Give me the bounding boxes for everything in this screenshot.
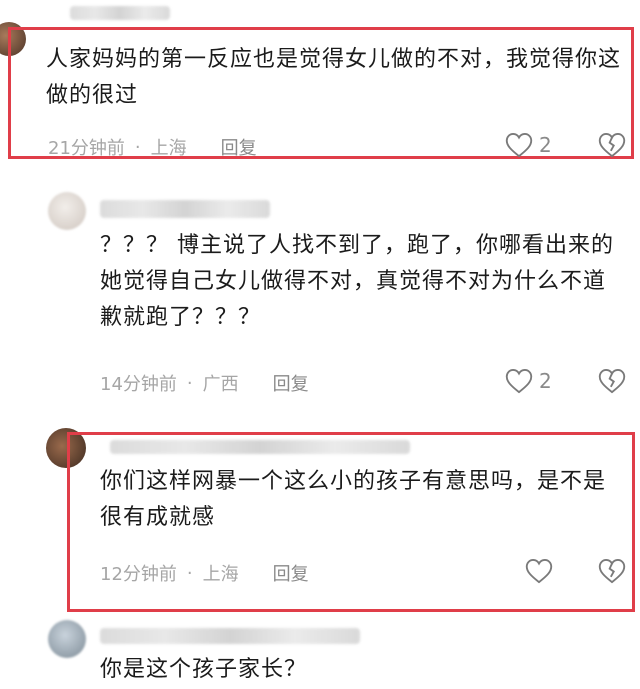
comment-location: 广西 (202, 374, 239, 395)
broken-heart-icon (598, 132, 626, 158)
like-button[interactable] (525, 558, 559, 584)
comment-time: 14分钟前 (100, 374, 177, 395)
broken-heart-icon (598, 368, 626, 394)
like-button[interactable]: 2 (505, 132, 552, 158)
comment-text: 你是这个孩子家长？ (100, 657, 308, 682)
commenter-name-blurred (110, 440, 410, 454)
commenter-name-blurred (70, 6, 170, 20)
meta-separator: · (134, 136, 141, 158)
comment-location: 上海 (150, 138, 187, 159)
dislike-button[interactable] (598, 132, 626, 162)
comment-text: 人家妈妈的第一反应也是觉得女儿做的不对，我觉得你这做的很过 (46, 47, 622, 108)
avatar[interactable] (48, 192, 86, 230)
meta-separator: · (186, 562, 193, 584)
reply-button[interactable]: 回复 (221, 134, 257, 160)
commenter-name-blurred (100, 200, 270, 218)
dislike-button[interactable] (598, 558, 626, 588)
reply-button[interactable]: 回复 (273, 370, 309, 396)
like-count: 2 (539, 369, 552, 393)
heart-outline-icon (505, 368, 533, 394)
reply-button[interactable]: 回复 (273, 560, 309, 586)
comment-time: 21分钟前 (48, 138, 125, 159)
broken-heart-icon (598, 558, 626, 584)
meta-separator: · (186, 372, 193, 394)
comment-meta: 14分钟前 · 广西 回复 (100, 370, 309, 396)
dislike-button[interactable] (598, 368, 626, 398)
comment-meta: 12分钟前 · 上海 回复 (100, 560, 309, 586)
like-count: 2 (539, 133, 552, 157)
comment-text: 你们这样网暴一个这么小的孩子有意思吗，是不是很有成就感 (100, 469, 607, 530)
comment-meta: 21分钟前 · 上海 回复 (48, 134, 257, 160)
comment-text: ？？？ 博主说了人找不到了，跑了，你哪看出来的她觉得自己女儿做得不对，真觉得不对… (100, 233, 614, 330)
avatar[interactable] (48, 620, 86, 658)
heart-outline-icon (505, 132, 533, 158)
heart-outline-icon (525, 558, 553, 584)
comment-location: 上海 (202, 564, 239, 585)
comment-time: 12分钟前 (100, 564, 177, 585)
like-button[interactable]: 2 (505, 368, 552, 394)
commenter-name-blurred (100, 628, 360, 644)
